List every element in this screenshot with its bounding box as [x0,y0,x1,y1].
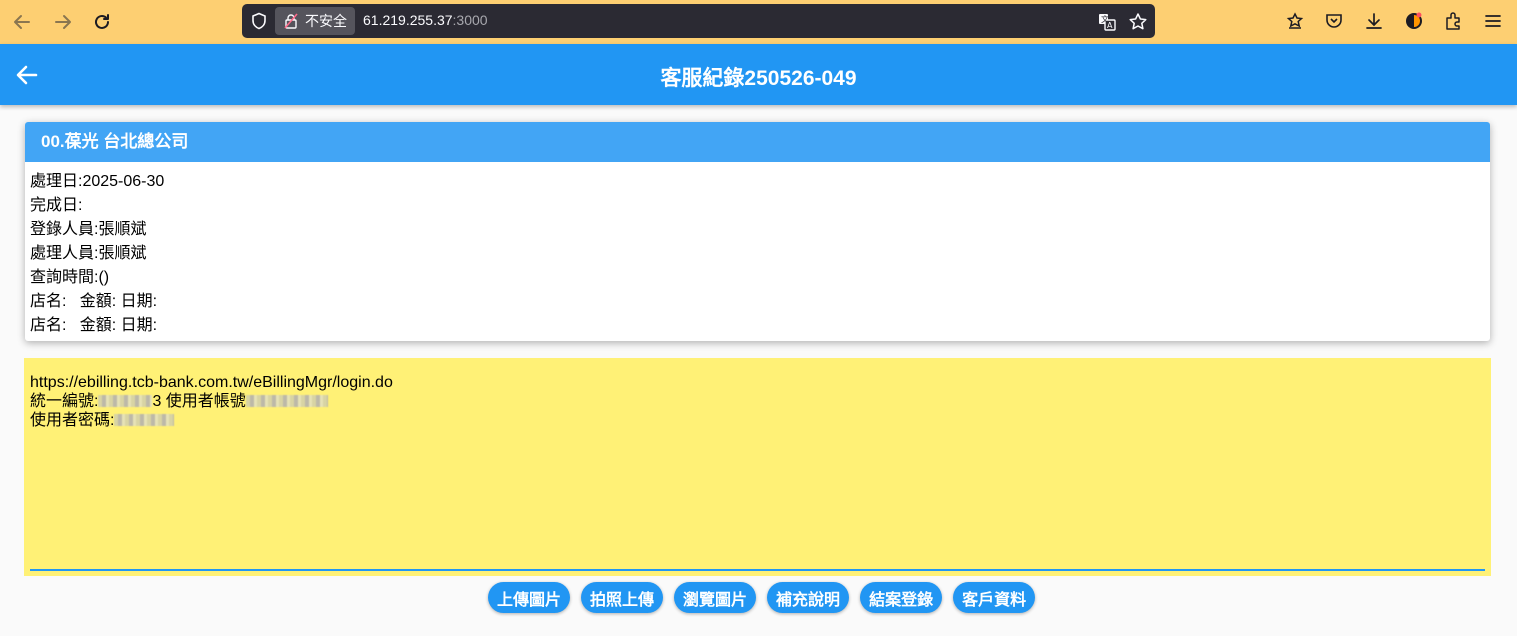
photo-upload-button[interactable]: 拍照上傳 [581,582,664,613]
browse-images-button[interactable]: 瀏覽圖片 [674,582,757,613]
shield-icon[interactable] [250,12,268,30]
redacted-value [245,395,328,407]
store-amount-date: 店名: 金額: 日期: [30,293,158,310]
browser-toolbar: 不安全 61.219.255.37:3000 文A [0,0,1517,44]
account-icon[interactable] [1404,11,1424,31]
upload-image-button[interactable]: 上傳圖片 [488,582,571,613]
close-case-button[interactable]: 結案登錄 [860,582,943,613]
bookmark-star-icon[interactable] [1128,12,1148,32]
reload-icon[interactable] [88,8,116,36]
back-icon[interactable] [8,8,36,36]
url-text[interactable]: 61.219.255.37:3000 [363,12,488,28]
redacted-value [98,395,153,407]
card-body: 處理日:2025-06-30 完成日: 登錄人員:張順斌 處理人員:張順斌 查詢… [25,162,1490,338]
redacted-value [114,414,175,426]
notes-textarea[interactable]: https://ebilling.tcb-bank.com.tw/eBillin… [24,358,1491,576]
url-host: 61.219.255.37 [363,12,453,28]
notes-url: https://ebilling.tcb-bank.com.tw/eBillin… [30,374,393,391]
app-header: 客服紀錄250526-049 [0,44,1517,105]
insecure-lock-icon [284,13,298,29]
tax-id-label: 統一編號: [30,393,99,410]
menu-icon[interactable] [1483,11,1503,31]
pocket-icon[interactable] [1324,11,1344,31]
record-info-card: 00.葆光 台北總公司 處理日:2025-06-30 完成日: 登錄人員:張順斌… [25,122,1490,341]
notes-password-line: 使用者密碼: [30,411,1485,430]
address-bar[interactable]: 不安全 61.219.255.37:3000 文A [242,4,1155,38]
customer-data-button[interactable]: 客戶資料 [953,582,1036,613]
firefox-view-icon[interactable] [1285,11,1305,31]
focus-underline [30,569,1485,571]
registrant: 登錄人員:張順斌 [30,221,147,238]
password-label: 使用者密碼: [30,412,115,429]
query-time: 查詢時間:() [30,269,110,286]
forward-icon[interactable] [49,8,77,36]
handler: 處理人員:張順斌 [30,245,147,262]
security-label: 不安全 [305,13,347,29]
process-date: 處理日:2025-06-30 [30,173,165,190]
extensions-icon[interactable] [1443,11,1463,31]
translate-icon[interactable]: 文A [1097,12,1117,32]
download-icon[interactable] [1364,11,1384,31]
page-title: 客服紀錄250526-049 [660,67,857,90]
security-indicator[interactable]: 不安全 [275,7,355,35]
notes-tax-id-line: 統一編號: 3 使用者帳號 [30,392,1485,411]
card-title: 00.葆光 台北總公司 [25,122,1490,162]
url-port: :3000 [452,12,488,28]
supplement-button[interactable]: 補充說明 [767,582,850,613]
action-bar: 上傳圖片 拍照上傳 瀏覽圖片 補充說明 結案登錄 客戶資料 [488,582,1036,613]
svg-text:A: A [1107,21,1113,30]
account-label: 3 使用者帳號 [152,393,246,410]
store-amount-date: 店名: 金額: 日期: [30,317,158,334]
complete-date: 完成日: [30,197,83,214]
